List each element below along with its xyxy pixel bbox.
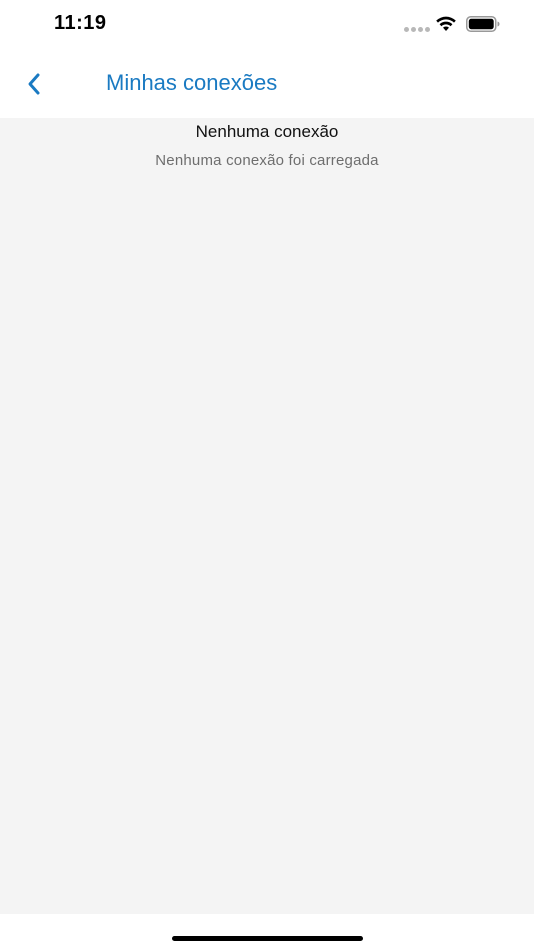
bottom-safe-area [0, 914, 534, 950]
connections-list-empty: Nenhuma conexão Nenhuma conexão foi carr… [0, 118, 534, 914]
home-indicator[interactable] [172, 936, 363, 941]
empty-state-message: Nenhuma conexão foi carregada [155, 152, 379, 169]
wifi-icon [436, 16, 456, 31]
status-bar: 11:19 [0, 0, 534, 50]
cellular-dots-icon [404, 27, 430, 32]
back-button[interactable] [16, 64, 52, 104]
app-screen: 11:19 Minhas conexões Nenhuma conexão Ne… [0, 0, 534, 950]
navigation-bar: Minhas conexões [0, 50, 534, 118]
page-title: Minhas conexões [106, 70, 278, 95]
status-time: 11:19 [54, 12, 107, 34]
empty-state-title: Nenhuma conexão [195, 122, 339, 141]
battery-full-icon [466, 16, 500, 32]
chevron-left-icon [28, 73, 40, 95]
